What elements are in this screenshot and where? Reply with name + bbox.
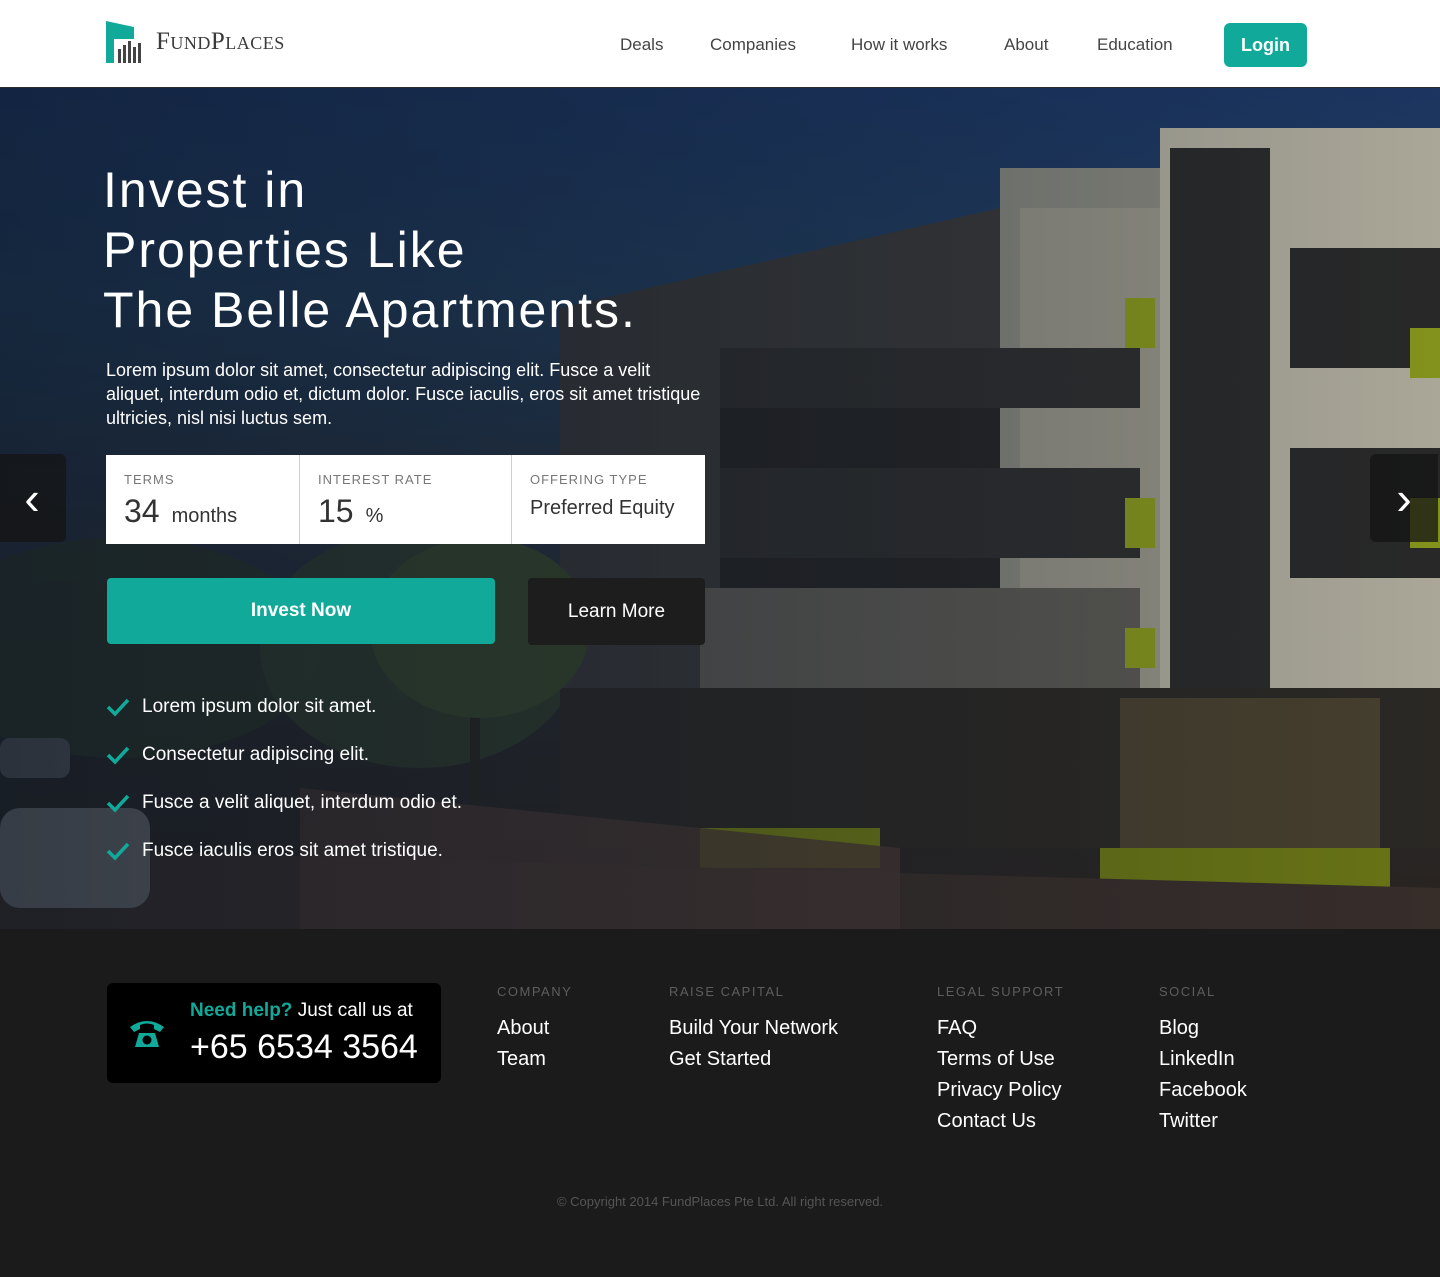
footer-link-about[interactable]: About [497,1013,572,1044]
footer-heading: COMPANY [497,984,573,999]
checklist-item-text: Consectetur adipiscing elit. [142,744,370,765]
checklist-item: Fusce a velit aliquet, interdum odio et. [106,779,462,827]
login-button[interactable]: Login [1224,23,1307,67]
stat-offering-type: OFFERING TYPE Preferred Equity [512,455,705,544]
deal-stats-card: TERMS 34 months INTEREST RATE 15 % OFFER… [106,455,705,544]
stat-interest-rate: INTEREST RATE 15 % [300,455,512,544]
copyright-text: © Copyright 2014 FundPlaces Pte Ltd. All… [556,1194,884,1209]
invest-now-button[interactable]: Invest Now [107,578,495,644]
checklist-item-text: Fusce a velit aliquet, interdum odio et. [142,792,463,813]
checklist-item: Consectetur adipiscing elit. [106,731,462,779]
site-header: FundPlaces Deals Companies How it works … [0,0,1440,88]
stat-interest-label: INTEREST RATE [318,472,433,487]
stat-interest-unit: % [365,505,384,527]
help-phone-number[interactable]: +65 6534 3564 [190,1028,418,1067]
logo[interactable]: FundPlaces [106,20,285,64]
checklist-item-text: Lorem ipsum dolor sit amet. [142,696,377,717]
logo-building-icon [106,21,141,63]
footer-link-blog[interactable]: Blog [1159,1013,1247,1044]
help-text: Need help? Just call us at [190,1000,413,1022]
help-accent: Need help? [190,1000,293,1021]
stat-terms: TERMS 34 months [106,455,300,544]
footer-link-get-started[interactable]: Get Started [669,1044,838,1075]
learn-more-button[interactable]: Learn More [528,578,705,645]
hero-banner: Invest in Properties Like The Belle Apar… [0,88,1440,929]
footer-column-social: SOCIAL Blog LinkedIn Facebook Twitter [1159,984,1247,1137]
footer-heading: LEGAL SUPPORT [937,984,1065,999]
nav-deals[interactable]: Deals [620,35,663,55]
checkmark-icon [106,842,130,861]
footer-link-contact[interactable]: Contact Us [937,1106,1064,1137]
footer-link-team[interactable]: Team [497,1044,572,1075]
stat-interest-value-row: 15 % [318,493,511,530]
nav-about[interactable]: About [1004,35,1048,55]
site-footer: Need help? Just call us at +65 6534 3564… [0,929,1440,1277]
checklist-item-text: Fusce iaculis eros sit amet tristique. [142,840,443,861]
checkmark-icon [106,698,130,717]
footer-column-legal: LEGAL SUPPORT FAQ Terms of Use Privacy P… [937,984,1064,1137]
footer-column-company: COMPANY About Team [497,984,572,1075]
nav-how-it-works[interactable]: How it works [851,35,947,55]
footer-link-faq[interactable]: FAQ [937,1013,1064,1044]
footer-link-privacy[interactable]: Privacy Policy [937,1075,1064,1106]
carousel-prev-button[interactable]: ‹ [0,454,66,542]
stat-offering-label: OFFERING TYPE [530,472,648,487]
checklist-item: Fusce iaculis eros sit amet tristique. [106,827,462,875]
help-caption: Just call us at [297,1000,413,1021]
footer-link-linkedin[interactable]: LinkedIn [1159,1044,1247,1075]
stat-terms-value-row: 34 months [124,493,299,530]
footer-link-facebook[interactable]: Facebook [1159,1075,1247,1106]
help-contact-box: Need help? Just call us at +65 6534 3564 [107,983,441,1083]
chevron-right-icon: › [1396,472,1412,524]
stat-terms-label: TERMS [124,472,175,487]
nav-companies[interactable]: Companies [710,35,796,55]
carousel-next-button[interactable]: › [1370,454,1438,542]
footer-column-raise-capital: RAISE CAPITAL Build Your Network Get Sta… [669,984,838,1075]
phone-icon [130,1021,164,1047]
stat-offering-value: Preferred Equity [530,497,675,519]
nav-education[interactable]: Education [1097,35,1173,55]
footer-heading: RAISE CAPITAL [669,984,785,999]
hero-title: Invest in Properties Like The Belle Apar… [103,162,637,338]
footer-link-twitter[interactable]: Twitter [1159,1106,1247,1137]
logo-text: FundPlaces [156,28,285,55]
checkmark-icon [106,794,130,813]
checklist-item: Lorem ipsum dolor sit amet. [106,683,462,731]
stat-terms-unit: months [171,505,238,527]
hero-description: Lorem ipsum dolor sit amet, consectetur … [106,360,701,428]
stat-interest-value: 15 [318,493,354,529]
checkmark-icon [106,746,130,765]
stat-terms-value: 34 [124,493,160,529]
footer-link-terms[interactable]: Terms of Use [937,1044,1064,1075]
feature-checklist: Lorem ipsum dolor sit amet. Consectetur … [106,683,462,875]
chevron-left-icon: ‹ [24,472,40,524]
footer-heading: SOCIAL [1159,984,1216,999]
footer-link-build-network[interactable]: Build Your Network [669,1013,838,1044]
